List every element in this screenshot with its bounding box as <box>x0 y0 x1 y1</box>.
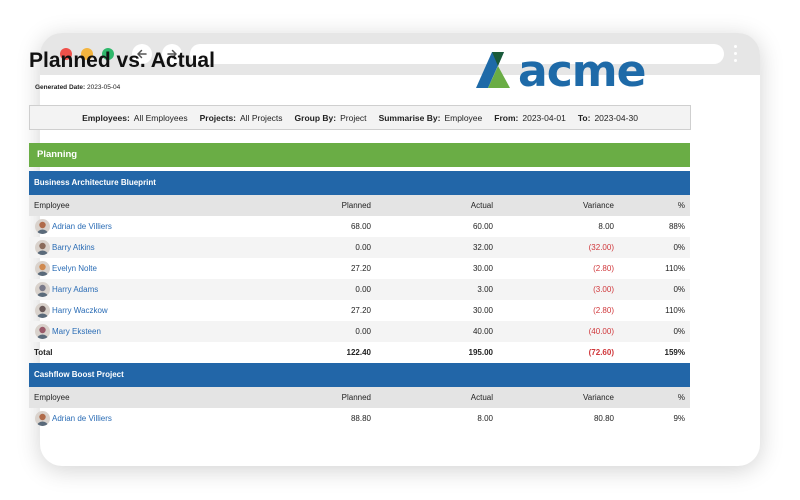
table-row: Harry Adams 0.00 3.00 (3.00) 0% <box>29 279 690 300</box>
planned-value: 88.80 <box>350 414 371 423</box>
filter-5: To: 2023-04-30 <box>578 113 638 123</box>
project-header: Business Architecture Blueprint <box>29 171 690 195</box>
filter-bar: Employees: All Employees Projects: All Proj… <box>29 105 691 130</box>
total-row: Total 122.40 195.00 (72.60) 159% <box>29 342 690 363</box>
planned-value: 0.00 <box>355 243 371 252</box>
planned-value: 0.00 <box>355 327 371 336</box>
col-variance: Variance <box>583 393 614 402</box>
kebab-menu-icon[interactable] <box>734 45 738 65</box>
employee-link[interactable]: Adrian de Villiers <box>52 408 112 429</box>
actual-value: 3.00 <box>477 285 493 294</box>
table-row: Adrian de Villiers 88.80 8.00 80.80 9% <box>29 408 690 429</box>
planned-value: 68.00 <box>350 222 371 231</box>
employee-link[interactable]: Adrian de Villiers <box>52 216 112 237</box>
table-row: Evelyn Nolte 27.20 30.00 (2.80) 110% <box>29 258 690 279</box>
filter-value: Employee <box>444 112 483 123</box>
total-variance: (72.60) <box>588 348 614 357</box>
col-variance: Variance <box>583 201 614 210</box>
pct-value: 110% <box>665 306 685 315</box>
pct-value: 9% <box>673 414 685 423</box>
total-label: Total <box>34 348 53 357</box>
total-pct: 159% <box>664 348 685 357</box>
pct-value: 0% <box>673 285 685 294</box>
generated-date-label: Generated Date: <box>35 84 86 91</box>
generated-date-value: 2023-05-04 <box>87 84 121 91</box>
col-pct: % <box>677 201 685 210</box>
filter-value: 2023-04-30 <box>594 112 638 123</box>
variance-value: (2.80) <box>593 264 614 273</box>
filter-label: Group By: <box>294 112 337 123</box>
planned-value: 27.20 <box>350 264 371 273</box>
employee-link[interactable]: Harry Adams <box>52 279 98 300</box>
avatar <box>35 303 50 318</box>
avatar <box>35 411 50 426</box>
avatar <box>35 282 50 297</box>
avatar <box>35 324 50 339</box>
logo-text: acme <box>518 50 645 90</box>
table-row: Harry Waczkow 27.20 30.00 (2.80) 110% <box>29 300 690 321</box>
filter-1: Projects: All Projects <box>200 113 283 123</box>
pct-value: 0% <box>673 243 685 252</box>
filter-value: All Employees <box>133 112 188 123</box>
col-employee: Employee <box>34 201 70 210</box>
filter-4: From: 2023-04-01 <box>494 113 566 123</box>
filter-label: To: <box>577 112 591 123</box>
table-row: Mary Eksteen 0.00 40.00 (40.00) 0% <box>29 321 690 342</box>
planned-value: 0.00 <box>355 285 371 294</box>
employee-link[interactable]: Barry Atkins <box>52 237 95 258</box>
filter-label: Employees: <box>82 112 130 123</box>
variance-value: (3.00) <box>593 285 614 294</box>
employee-link[interactable]: Harry Waczkow <box>52 300 108 321</box>
col-pct: % <box>677 393 685 402</box>
table-row: Barry Atkins 0.00 32.00 (32.00) 0% <box>29 237 690 258</box>
variance-value: (40.00) <box>588 327 614 336</box>
variance-value: (32.00) <box>588 243 614 252</box>
total-planned: 122.40 <box>346 348 371 357</box>
variance-value: (2.80) <box>593 306 614 315</box>
col-actual: Actual <box>470 393 493 402</box>
col-actual: Actual <box>470 201 493 210</box>
filter-value: Project <box>340 112 367 123</box>
col-planned: Planned <box>341 393 371 402</box>
planning-section-header: Planning <box>29 143 690 167</box>
planned-value: 27.20 <box>350 306 371 315</box>
employee-link[interactable]: Mary Eksteen <box>52 321 101 342</box>
table-header: Employee Planned Actual Variance% <box>29 195 690 216</box>
page-title: Planned vs. Actual <box>29 49 215 72</box>
filter-3: Summarise By: Employee <box>379 113 483 123</box>
actual-value: 60.00 <box>472 222 493 231</box>
avatar <box>35 261 50 276</box>
filter-value: 2023-04-01 <box>522 112 566 123</box>
actual-value: 32.00 <box>472 243 493 252</box>
total-actual: 195.00 <box>468 348 493 357</box>
filter-2: Group By: Project <box>295 113 367 123</box>
pct-value: 110% <box>665 264 685 273</box>
avatar <box>35 240 50 255</box>
variance-value: 80.80 <box>593 414 614 423</box>
variance-value: 8.00 <box>598 222 614 231</box>
table-row: Adrian de Villiers 68.00 60.00 8.00 88% <box>29 216 690 237</box>
actual-value: 30.00 <box>472 306 493 315</box>
actual-value: 40.00 <box>472 327 493 336</box>
project-header: Cashflow Boost Project <box>29 363 690 387</box>
actual-value: 30.00 <box>472 264 493 273</box>
col-planned: Planned <box>341 201 371 210</box>
generated-date: Generated Date: 2023-05-04 <box>35 84 120 91</box>
col-employee: Employee <box>34 393 70 402</box>
acme-logo: acme <box>476 50 646 90</box>
filter-label: Projects: <box>199 112 237 123</box>
pct-value: 88% <box>668 222 685 231</box>
employee-link[interactable]: Evelyn Nolte <box>52 258 97 279</box>
filter-0: Employees: All Employees <box>82 113 188 123</box>
table-header: Employee Planned Actual Variance% <box>29 387 690 408</box>
filter-label: From: <box>494 112 519 123</box>
filter-value: All Projects <box>240 112 283 123</box>
filter-label: Summarise By: <box>378 112 441 123</box>
actual-value: 8.00 <box>477 414 493 423</box>
pct-value: 0% <box>673 327 685 336</box>
avatar <box>35 219 50 234</box>
